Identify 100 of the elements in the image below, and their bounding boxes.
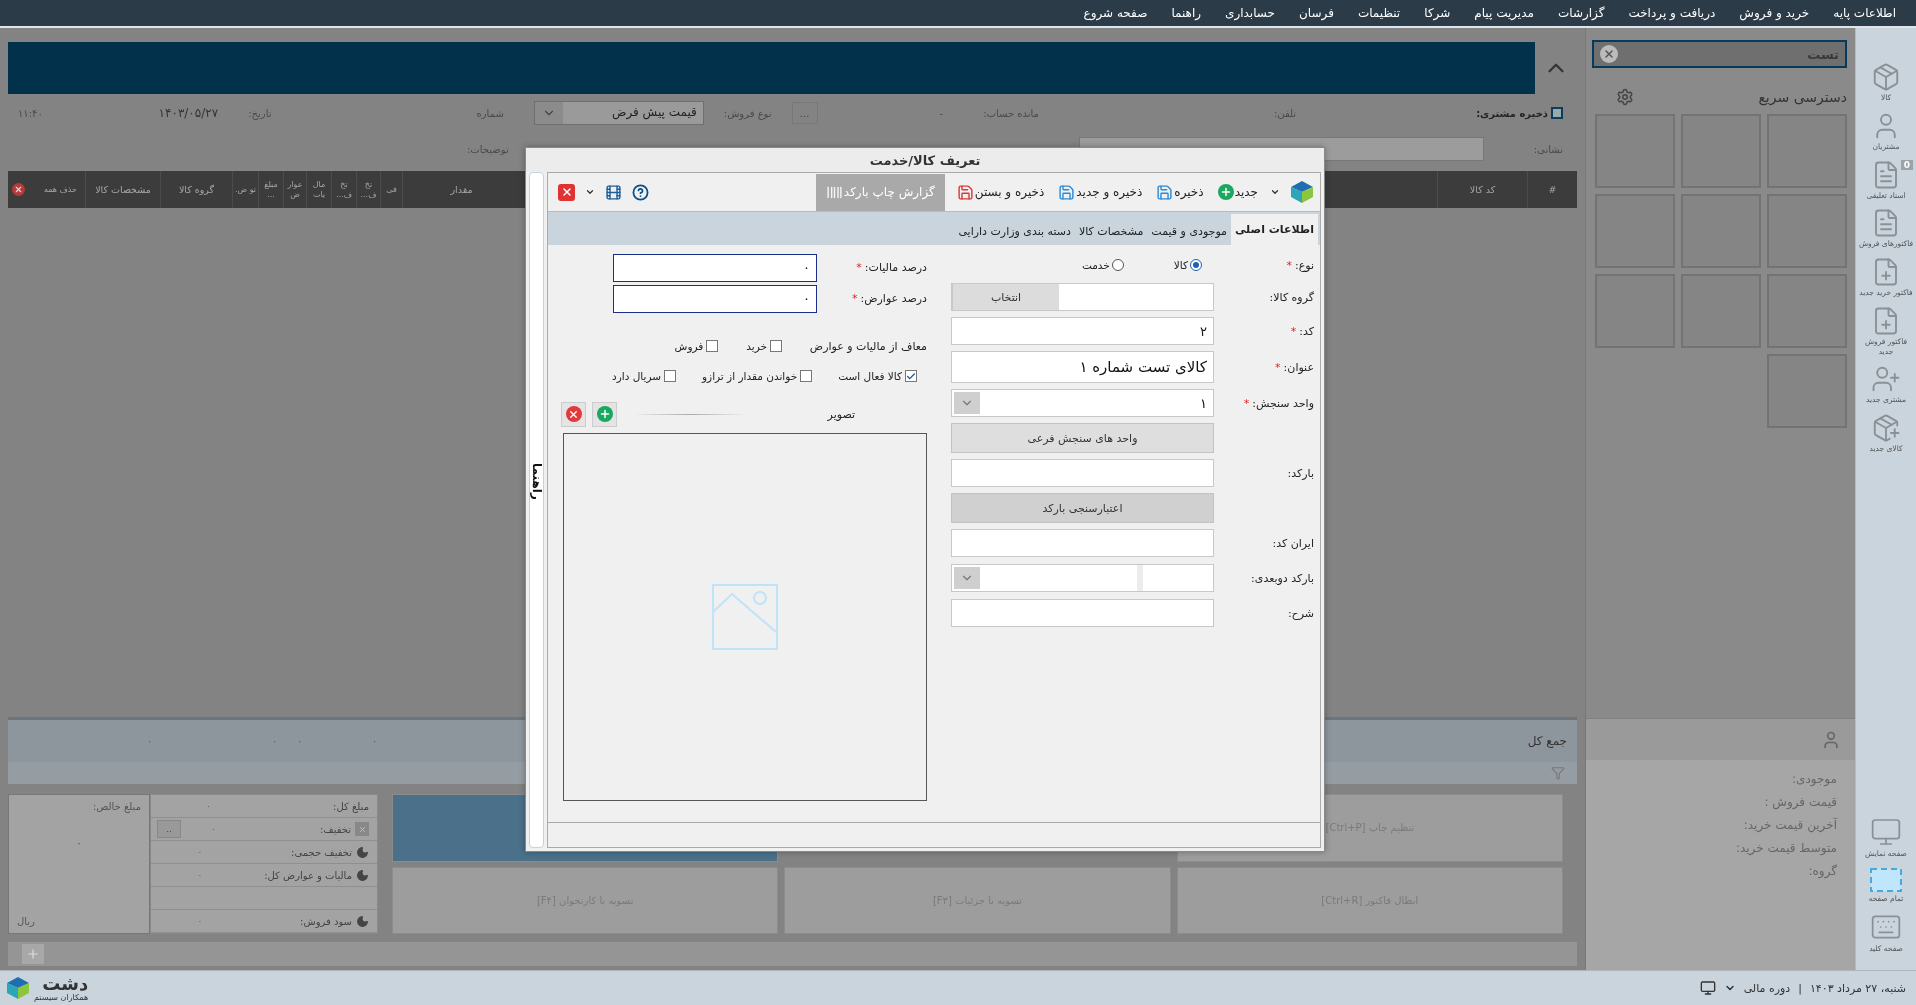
- info-label: گروه:: [1807, 864, 1837, 878]
- add-button[interactable]: [592, 401, 617, 427]
- close-icon: [565, 406, 582, 422]
- column-header[interactable]: مقدار: [402, 171, 520, 208]
- menu-item[interactable]: خرید و فروش: [1727, 6, 1822, 20]
- filter-icon[interactable]: [1551, 766, 1565, 780]
- moon-icon[interactable]: [356, 845, 369, 859]
- tab[interactable]: موجودی و قیمت: [1147, 217, 1231, 245]
- column-header[interactable]: کد کالا: [1437, 171, 1527, 208]
- more-button[interactable]: ..: [157, 820, 181, 838]
- column-header[interactable]: فی: [380, 171, 402, 208]
- text-field[interactable]: [951, 529, 1214, 557]
- radio-button[interactable]: [1190, 259, 1202, 271]
- checkbox-label[interactable]: ذخیره مشتری:: [1476, 107, 1548, 119]
- close-icon[interactable]: [1600, 45, 1618, 63]
- checkbox-label[interactable]: خرید: [746, 340, 767, 352]
- menu-item[interactable]: اطلاعات پایه: [1821, 6, 1908, 20]
- select-button[interactable]: انتخاب: [952, 284, 1059, 310]
- field-value: -: [939, 107, 944, 119]
- percent-field[interactable]: ۰: [613, 253, 817, 282]
- column-header[interactable]: تو ض.: [232, 171, 258, 208]
- action-button[interactable]: اعتبارسنجی بارکد: [951, 493, 1214, 523]
- panel-title: دسترسی سریع: [1758, 89, 1847, 105]
- field-label: مانده حساب:: [983, 107, 1039, 119]
- group-field[interactable]: انتخاب: [951, 283, 1214, 311]
- field-label: توضیحات:: [467, 143, 509, 155]
- logo-icon: [6, 976, 30, 1000]
- menu-item[interactable]: تنظیمات: [1345, 6, 1413, 20]
- tab[interactable]: اطلاعات اصلی: [1230, 214, 1318, 245]
- tab[interactable]: مشخصات کالا: [1074, 217, 1148, 245]
- column-header[interactable]: گروه کالا: [160, 171, 232, 208]
- menu-item[interactable]: فرسان: [1287, 6, 1346, 20]
- text-field[interactable]: [951, 459, 1214, 487]
- summary-label: تخفیف حجمی:: [290, 846, 352, 858]
- settings-icon[interactable]: [1616, 88, 1634, 106]
- column-header[interactable]: عوار ض: [283, 171, 306, 208]
- tab[interactable]: دسته بندی وزارت دارایی: [954, 217, 1075, 245]
- radio-button[interactable]: [1111, 259, 1124, 271]
- title-field[interactable]: کالای تست شماره ۱: [951, 351, 1214, 383]
- column-header[interactable]: مال یات: [306, 171, 331, 208]
- moon-icon[interactable]: [356, 914, 369, 928]
- field-label: ایران کد:: [1271, 536, 1314, 550]
- menu-item[interactable]: گزارشات: [1545, 6, 1617, 20]
- checkbox[interactable]: [800, 370, 813, 382]
- text-field[interactable]: ۲: [951, 317, 1214, 345]
- net-label: مبلغ خالص:: [91, 801, 141, 812]
- checkbox-label[interactable]: سریال دارد: [611, 370, 661, 382]
- split-select[interactable]: [951, 564, 1214, 592]
- checkbox[interactable]: [1551, 107, 1563, 119]
- logo-title: دشت: [42, 974, 89, 993]
- menu-item[interactable]: مدیریت پیام: [1462, 6, 1546, 20]
- menu-item[interactable]: صفحه شروع: [1071, 6, 1160, 20]
- field-label: تلفن:: [1274, 107, 1297, 119]
- menu-item[interactable]: حسابداری: [1213, 6, 1287, 20]
- toolbar-button[interactable]: ذخیره و بستن: [954, 173, 1047, 211]
- side-tab[interactable]: راهنما: [529, 172, 544, 848]
- column-header[interactable]: مشخصات کالا: [85, 171, 160, 208]
- total-value: ۰: [271, 736, 277, 746]
- film-icon[interactable]: [605, 183, 622, 201]
- moon-icon[interactable]: [356, 868, 369, 882]
- menu-item[interactable]: شرکا: [1412, 6, 1463, 20]
- percent-field[interactable]: ۰: [613, 284, 817, 313]
- date-value: ۱۴۰۳/۰۵/۲۷: [158, 106, 219, 120]
- column-header[interactable]: تخ ف...: [356, 171, 380, 208]
- box-plus-icon[interactable]: [1871, 413, 1901, 443]
- toolbar-button[interactable]: جدید: [1215, 173, 1260, 211]
- text-field[interactable]: [951, 599, 1214, 627]
- toolbar-button[interactable]: ذخیره: [1154, 173, 1206, 211]
- column-header[interactable]: تخ ف...: [331, 171, 356, 208]
- checkbox[interactable]: [770, 340, 782, 352]
- delete-all-label[interactable]: حذف همه: [43, 185, 77, 194]
- close-icon[interactable]: [12, 183, 25, 196]
- menu-item[interactable]: راهنما: [1159, 6, 1214, 20]
- checkbox[interactable]: [706, 340, 719, 352]
- radio-label[interactable]: خدمت: [1081, 259, 1110, 271]
- toolbar-button[interactable]: ذخیره و جدید: [1056, 173, 1145, 211]
- close-icon[interactable]: [558, 183, 575, 201]
- checkbox-label[interactable]: کالا فعال است: [838, 370, 902, 382]
- checkbox-label[interactable]: فروش: [674, 340, 704, 352]
- caret-icon[interactable]: [585, 187, 595, 197]
- dashed-frame-icon[interactable]: [1869, 866, 1903, 893]
- plus-icon[interactable]: [22, 944, 44, 964]
- caret-icon[interactable]: [1270, 187, 1280, 197]
- remove-button[interactable]: [561, 401, 586, 427]
- help-icon[interactable]: [632, 183, 649, 201]
- column-header[interactable]: مبلغ ...: [258, 171, 283, 208]
- unit-select[interactable]: ۱: [951, 389, 1214, 417]
- menu-item[interactable]: دریافت و پرداخت: [1616, 6, 1728, 20]
- sale-type-select[interactable]: قیمت پیش فرض: [533, 101, 704, 125]
- monitor-icon[interactable]: [1699, 980, 1716, 996]
- checkbox-label[interactable]: خواندن مقدار از ترازو: [702, 370, 798, 382]
- checkbox[interactable]: [905, 370, 917, 382]
- radio-label[interactable]: کالا: [1173, 259, 1188, 271]
- column-header[interactable]: #: [1527, 171, 1577, 208]
- period-label[interactable]: دوره مالی: [1743, 981, 1791, 995]
- box-icon[interactable]: [1871, 62, 1901, 92]
- separator-text: |: [1798, 981, 1802, 995]
- action-button[interactable]: واحد های سنجش فرعی: [951, 423, 1214, 453]
- summary-value: ۰: [205, 801, 212, 811]
- checkbox[interactable]: [664, 370, 676, 382]
